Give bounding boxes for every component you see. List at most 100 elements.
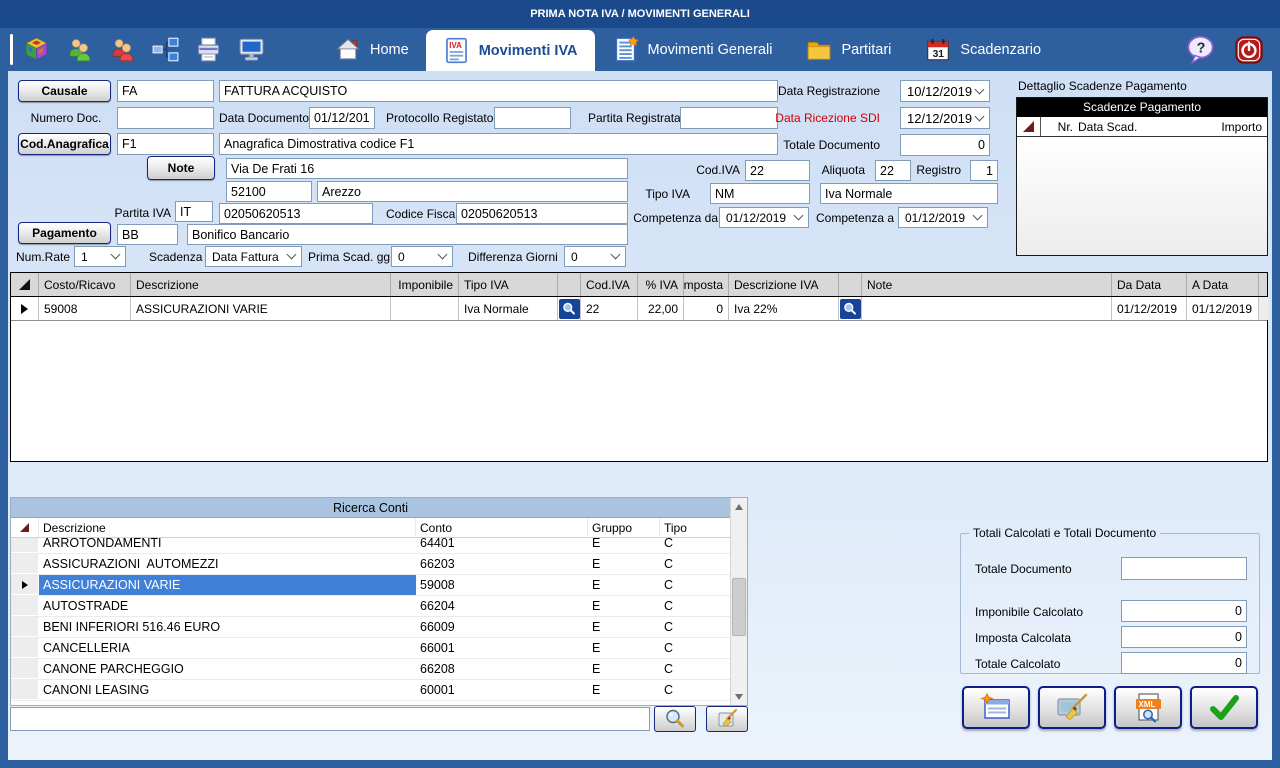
competenza-da-combo[interactable]: 01/12/2019 [719, 207, 809, 228]
cap-input[interactable] [226, 181, 312, 202]
prima-scad-select[interactable]: 0 [391, 246, 453, 267]
conto-tipo[interactable]: C [660, 680, 730, 700]
cell-descrizione-iva[interactable]: Iva 22% [729, 297, 839, 320]
tab-home[interactable]: Home [318, 28, 426, 71]
ricerca-col-conto[interactable]: Conto [416, 518, 588, 537]
users-red-toolbar-button[interactable] [108, 35, 136, 63]
note-button[interactable]: Note [147, 156, 215, 180]
movimenti-grid-row[interactable]: 59008 ASSICURAZIONI VARIE Iva Normale 22… [11, 297, 1267, 321]
conto-tipo[interactable]: C [660, 596, 730, 616]
conto-gruppo[interactable]: E [588, 554, 660, 574]
registro-input[interactable] [970, 160, 998, 181]
conto-descrizione[interactable]: CANCELLERIA [39, 638, 416, 658]
scadenze-col-data[interactable]: Data Scad. [1073, 120, 1197, 134]
partita-iva-prefix-input[interactable] [175, 201, 213, 222]
exit-button[interactable] [1234, 35, 1264, 70]
tipo-iva-code-input[interactable] [710, 183, 810, 204]
conto-tipo[interactable]: C [660, 659, 730, 679]
conto-codice[interactable]: 64401 [416, 538, 588, 553]
conto-descrizione[interactable]: AUTOSTRADE [39, 596, 416, 616]
tab-scadenzario[interactable]: 31 Scadenzario [908, 28, 1058, 71]
conto-gruppo[interactable]: E [588, 575, 660, 595]
help-button[interactable]: ? [1185, 34, 1216, 70]
search-button[interactable] [654, 706, 696, 732]
users-green-toolbar-button[interactable] [65, 35, 93, 63]
scadenze-col-nr[interactable]: Nr. [1041, 120, 1073, 134]
cell-descrizione[interactable]: ASSICURAZIONI VARIE [131, 297, 391, 320]
cod-anagrafica-button[interactable]: Cod.Anagrafica [18, 133, 111, 155]
conto-descrizione[interactable]: CANONI LEASING [39, 680, 416, 700]
ricerca-row[interactable]: ASSICURAZIONI AUTOMEZZI 66203 E C [11, 554, 730, 575]
causale-desc-input[interactable] [219, 80, 778, 102]
conto-codice[interactable]: 66203 [416, 554, 588, 574]
cell-note[interactable] [862, 297, 1112, 320]
conto-descrizione[interactable]: CANONE PARCHEGGIO [39, 659, 416, 679]
cell-perc-iva[interactable]: 22,00 [638, 297, 684, 320]
scadenza-select[interactable]: Data Fattura [205, 246, 302, 267]
col-descrizione-iva[interactable]: Descrizione IVA [729, 273, 839, 296]
cell-a-data[interactable]: 01/12/2019 [1187, 297, 1259, 320]
cell-tipo-iva[interactable]: Iva Normale [459, 297, 558, 320]
totale-documento-input[interactable] [900, 134, 990, 156]
col-da-data[interactable]: Da Data [1112, 273, 1187, 296]
conto-codice[interactable]: 59008 [416, 575, 588, 595]
conto-codice[interactable]: 66009 [416, 617, 588, 637]
citta-input[interactable] [317, 181, 628, 202]
conto-codice[interactable]: 66001 [416, 638, 588, 658]
conto-gruppo[interactable]: E [588, 538, 660, 553]
ricerca-row[interactable]: ARROTONDAMENTI 64401 E C [11, 538, 730, 554]
data-documento-input[interactable] [309, 107, 375, 129]
cod-iva-input[interactable] [745, 160, 810, 181]
cube-toolbar-button[interactable] [22, 35, 50, 63]
ricerca-col-descrizione[interactable]: Descrizione [39, 518, 416, 537]
imposta-calcolata-input[interactable] [1121, 626, 1247, 648]
col-imponibile[interactable]: Imponibile [391, 273, 459, 296]
aliquota-input[interactable] [875, 160, 911, 181]
ricerca-row-selected[interactable]: ASSICURAZIONI VARIE 59008 E C [11, 575, 730, 596]
conto-descrizione[interactable]: BENI INFERIORI 516.46 EURO [39, 617, 416, 637]
clear-search-button[interactable] [706, 706, 748, 732]
pagamento-code-input[interactable] [117, 224, 178, 245]
indirizzo-input[interactable] [226, 158, 628, 179]
tab-partitari[interactable]: Partitari [789, 28, 908, 71]
xml-preview-button[interactable]: XML [1114, 686, 1182, 729]
differenza-giorni-select[interactable]: 0 [564, 246, 626, 267]
scroll-down-button[interactable] [731, 688, 747, 705]
ricerca-row[interactable]: CANCELLERIA 66001 E C [11, 638, 730, 659]
pagamento-button[interactable]: Pagamento [18, 222, 111, 244]
scadenze-col-importo[interactable]: Importo [1197, 120, 1267, 134]
conto-tipo[interactable]: C [660, 638, 730, 658]
confirm-button[interactable] [1190, 686, 1258, 729]
conto-gruppo[interactable]: E [588, 659, 660, 679]
imponibile-calcolato-input[interactable] [1121, 600, 1247, 622]
tab-movimenti-generali[interactable]: Movimenti Generali [595, 28, 790, 71]
conto-tipo[interactable]: C [660, 617, 730, 637]
partita-iva-input[interactable] [219, 203, 373, 224]
col-cod-iva[interactable]: Cod.IVA [581, 273, 638, 296]
conto-tipo[interactable]: C [660, 538, 730, 553]
conto-tipo[interactable]: C [660, 575, 730, 595]
totali-totale-documento-input[interactable] [1121, 557, 1247, 580]
print-toolbar-button[interactable] [194, 35, 222, 63]
pagamento-desc-input[interactable] [187, 224, 628, 245]
tipo-iva-lookup-button[interactable] [559, 299, 580, 319]
ricerca-row[interactable]: CANONI LEASING 60001 E C [11, 680, 730, 701]
ricerca-col-tipo[interactable]: Tipo [660, 518, 730, 537]
conto-gruppo[interactable]: E [588, 680, 660, 700]
causale-code-input[interactable] [117, 80, 214, 102]
clean-screen-button[interactable] [1038, 686, 1106, 729]
tipo-iva-desc-input[interactable] [820, 183, 998, 204]
conto-gruppo[interactable]: E [588, 617, 660, 637]
data-registrazione-combo[interactable]: 10/12/2019 [900, 80, 990, 102]
cell-imposta[interactable]: 0 [684, 297, 729, 320]
conto-descrizione[interactable]: ASSICURAZIONI VARIE [39, 575, 416, 595]
cod-anagrafica-desc-input[interactable] [219, 133, 778, 155]
col-imposta[interactable]: Imposta [684, 273, 729, 296]
num-rate-select[interactable]: 1 [74, 246, 126, 267]
monitor-toolbar-button[interactable] [237, 35, 265, 63]
hierarchy-toolbar-button[interactable] [151, 35, 179, 63]
col-note[interactable]: Note [862, 273, 1112, 296]
conto-descrizione[interactable]: ASSICURAZIONI AUTOMEZZI [39, 554, 416, 574]
conto-descrizione[interactable]: ARROTONDAMENTI [39, 538, 416, 553]
conto-codice[interactable]: 66208 [416, 659, 588, 679]
